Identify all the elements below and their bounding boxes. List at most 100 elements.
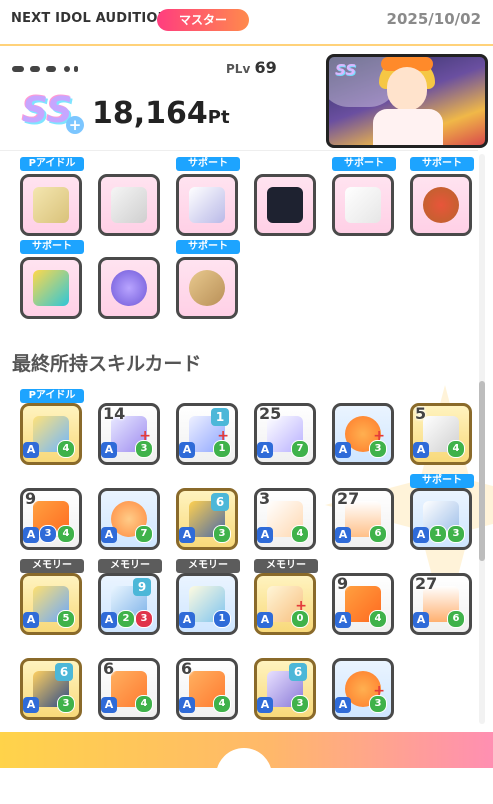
skill-card[interactable]: 5 A 4 — [410, 403, 472, 465]
skill-type-icon: A — [23, 612, 39, 628]
skill-green-badge: 3 — [135, 440, 153, 458]
skill-green-badge: 7 — [135, 525, 153, 543]
skill-cost-badge: 9 — [133, 578, 151, 596]
skill-card[interactable]: A 5 — [20, 573, 82, 635]
skill-card[interactable]: 27 A 6 — [332, 488, 394, 550]
skill-green-badge: 3 — [369, 440, 387, 458]
skill-card[interactable]: 9 A 2 3 — [98, 573, 160, 635]
skill-green-badge: 3 — [291, 695, 309, 713]
skill-cost: 5 — [415, 404, 427, 423]
skill-card[interactable]: A 7 — [98, 488, 160, 550]
skill-card[interactable]: 1 + A 1 — [176, 403, 238, 465]
plv-label: PLv — [226, 62, 251, 76]
skill-card[interactable]: 6 A 3 — [20, 658, 82, 720]
skill-card[interactable]: 9 A 3 4 — [20, 488, 82, 550]
skill-cost: 27 — [337, 489, 360, 508]
skill-card[interactable]: 25 A 7 — [254, 403, 316, 465]
rank-plus-icon: + — [66, 116, 84, 134]
skill-type-icon: A — [23, 527, 39, 543]
skill-cost: 3 — [259, 489, 271, 508]
loading-dots-icon — [12, 66, 82, 74]
skill-cost-badge: 6 — [55, 663, 73, 681]
p-item[interactable] — [98, 174, 160, 236]
tag-memory: メモリー — [176, 559, 240, 573]
score-unit: Pt — [207, 107, 230, 128]
skill-cost: 6 — [181, 659, 193, 678]
plv-value: 69 — [254, 58, 277, 77]
tag-support: サポート — [176, 157, 240, 171]
skill-card[interactable]: + A 3 — [332, 403, 394, 465]
skill-cards-title: 最終所持スキルカード — [12, 353, 202, 375]
skill-type-icon: A — [335, 527, 351, 543]
skill-card[interactable]: 14 + A 3 — [98, 403, 160, 465]
bottom-center-button[interactable] — [216, 748, 272, 804]
skill-type-icon: A — [257, 612, 273, 628]
skill-card[interactable]: + A 3 — [332, 658, 394, 720]
skill-type-icon: A — [257, 527, 273, 543]
skill-blue-badge: 3 — [39, 525, 57, 543]
skill-cost: 27 — [415, 574, 438, 593]
producer-level: PLv 69 — [226, 58, 277, 77]
scrollbar-thumb[interactable] — [479, 381, 485, 561]
p-item[interactable] — [20, 257, 82, 319]
score-points: 18,164 — [92, 96, 208, 131]
tag-support: サポート — [20, 240, 84, 254]
p-item[interactable] — [176, 257, 238, 319]
skill-green-badge: 3 — [447, 525, 465, 543]
tag-p-idol: Pアイドル — [20, 389, 84, 403]
skill-card[interactable]: + A 0 — [254, 573, 316, 635]
skill-card[interactable]: 27 A 6 — [410, 573, 472, 635]
portrait-rank-badge: SS — [335, 61, 357, 79]
tag-support: サポート — [410, 157, 474, 171]
tag-memory: メモリー — [254, 559, 318, 573]
skill-green-badge: 4 — [447, 440, 465, 458]
skill-green-badge: 7 — [291, 440, 309, 458]
p-item[interactable] — [332, 174, 394, 236]
skill-card[interactable]: 9 A 4 — [332, 573, 394, 635]
skill-card[interactable]: A 1 3 — [410, 488, 472, 550]
score-value: 18,164Pt — [92, 96, 230, 131]
difficulty-badge: マスター — [157, 9, 249, 31]
p-item[interactable] — [254, 174, 316, 236]
skill-type-icon: A — [179, 442, 195, 458]
tag-memory: メモリー — [20, 559, 84, 573]
skill-type-icon: A — [101, 527, 117, 543]
tag-support: サポート — [176, 240, 240, 254]
p-item[interactable] — [176, 174, 238, 236]
skill-type-icon: A — [257, 442, 273, 458]
skill-cost: 9 — [337, 574, 349, 593]
skill-green-badge: 4 — [57, 440, 75, 458]
skill-type-icon: A — [179, 612, 195, 628]
skill-type-icon: A — [413, 527, 429, 543]
top-bar: NEXT IDOL AUDITION マスター 2025/10/02 — [0, 0, 493, 46]
skill-card[interactable]: 6 A 3 — [254, 658, 316, 720]
skill-green-badge: 0 — [291, 610, 309, 628]
skill-card[interactable]: 6 A 4 — [98, 658, 160, 720]
skill-type-icon: A — [23, 697, 39, 713]
skill-type-icon: A — [101, 612, 117, 628]
skill-green-badge: 2 — [117, 610, 135, 628]
p-item[interactable] — [20, 174, 82, 236]
skill-card[interactable]: A 4 — [20, 403, 82, 465]
skill-green-badge: 5 — [57, 610, 75, 628]
skill-green-badge: 4 — [291, 525, 309, 543]
skill-card[interactable]: 6 A 3 — [176, 488, 238, 550]
skill-cost: 25 — [259, 404, 282, 423]
divider — [0, 150, 478, 151]
tag-support: サポート — [410, 474, 474, 488]
skill-card[interactable]: 3 A 4 — [254, 488, 316, 550]
p-item[interactable] — [98, 257, 160, 319]
skill-green-badge: 3 — [213, 525, 231, 543]
p-item[interactable] — [410, 174, 472, 236]
skill-card[interactable]: 6 A 4 — [176, 658, 238, 720]
skill-green-badge: 4 — [57, 525, 75, 543]
audition-title: NEXT IDOL AUDITION — [11, 11, 169, 26]
skill-cost: 9 — [25, 489, 37, 508]
skill-green-badge: 1 — [213, 440, 231, 458]
skill-green-badge: 3 — [369, 695, 387, 713]
idol-portrait[interactable]: SS — [326, 54, 488, 148]
skill-card[interactable]: A 1 — [176, 573, 238, 635]
skill-green-badge: 3 — [57, 695, 75, 713]
tag-support: サポート — [332, 157, 396, 171]
tag-p-idol: Pアイドル — [20, 157, 84, 171]
